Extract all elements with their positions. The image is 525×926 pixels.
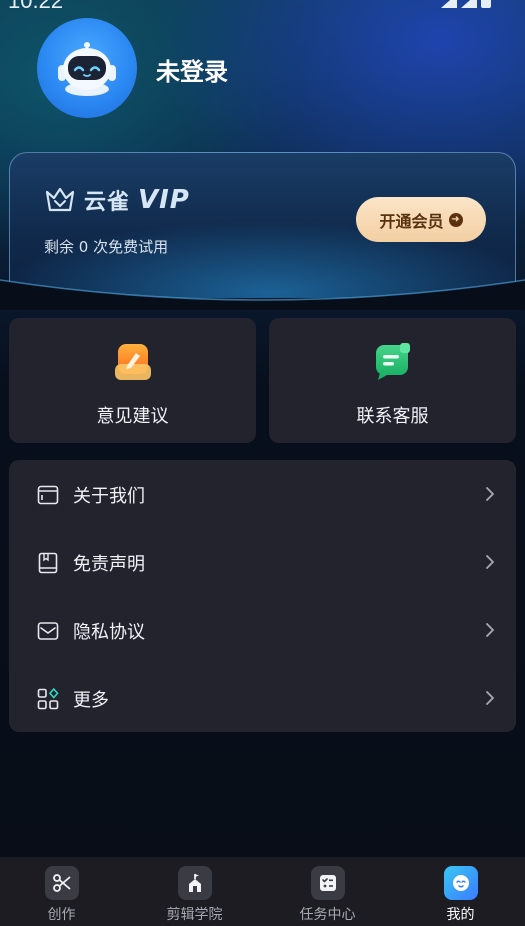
nav-item-academy[interactable]: 剪辑学院	[129, 857, 260, 926]
chevron-right-icon	[486, 555, 494, 569]
crown-icon	[45, 187, 75, 212]
vip-brand-name: 云雀	[84, 190, 131, 215]
wifi-icon	[441, 0, 457, 8]
settings-menu: 关于我们 免责声明 隐私协议 更多	[9, 460, 516, 732]
menu-label-privacy: 隐私协议	[73, 622, 145, 643]
nav-item-tasks[interactable]: 任务中心	[262, 857, 393, 926]
feedback-label: 意见建议	[96, 406, 169, 427]
open-membership-label: 开通会员	[379, 211, 444, 231]
customer-service-icon	[375, 343, 410, 380]
status-icons	[441, 0, 491, 8]
menu-item-disclaimer[interactable]: 免责声明	[9, 528, 516, 596]
profile-page: 10:22 未登录 云雀 VIP 剩余 0 次免费试用 开通会员 ➜ 意见建议 …	[0, 0, 525, 926]
nav-label-create: 创作	[47, 907, 76, 923]
menu-label-about: 关于我们	[73, 486, 145, 507]
vip-card-bottom-curve	[0, 279, 525, 310]
menu-label-more: 更多	[73, 690, 109, 711]
vip-trial-text: 剩余 0 次免费试用	[44, 238, 169, 256]
nav-label-tasks: 任务中心	[299, 907, 356, 923]
feedback-tile[interactable]: 意见建议	[9, 318, 256, 443]
arrow-right-icon: ➜	[448, 212, 463, 227]
login-status[interactable]: 未登录	[156, 52, 228, 87]
about-icon	[37, 485, 59, 505]
battery-icon	[481, 0, 491, 8]
chevron-right-icon	[486, 691, 494, 705]
grid-icon	[37, 688, 59, 710]
menu-label-disclaimer: 免责声明	[73, 554, 145, 575]
vip-brand: 云雀 VIP	[44, 184, 190, 216]
nav-item-create[interactable]: 创作	[0, 857, 127, 926]
chevron-right-icon	[486, 623, 494, 637]
feedback-icon	[114, 344, 151, 380]
checklist-icon	[310, 866, 345, 900]
menu-item-more[interactable]: 更多	[9, 664, 516, 732]
menu-item-privacy[interactable]: 隐私协议	[9, 596, 516, 664]
robot-avatar-icon	[58, 42, 116, 96]
vip-brand-vip: VIP	[138, 185, 190, 215]
chevron-right-icon	[486, 487, 494, 501]
nav-item-profile[interactable]: 我的	[395, 857, 525, 926]
customer-service-label: 联系客服	[356, 406, 429, 427]
menu-item-about[interactable]: 关于我们	[9, 460, 516, 528]
profile-icon	[443, 866, 478, 900]
avatar[interactable]	[37, 18, 137, 118]
open-membership-button[interactable]: 开通会员 ➜	[356, 197, 486, 242]
nav-label-academy: 剪辑学院	[166, 907, 223, 923]
envelope-icon	[37, 622, 59, 640]
status-time: 10:22	[8, 0, 64, 13]
signal-icon	[461, 0, 477, 8]
customer-service-tile[interactable]: 联系客服	[269, 318, 516, 443]
academy-icon	[177, 866, 212, 900]
scissors-icon	[44, 866, 79, 900]
bottom-nav: 创作 剪辑学院 任务中心 我的	[0, 857, 525, 926]
nav-label-profile: 我的	[446, 907, 475, 923]
book-icon	[38, 552, 58, 574]
